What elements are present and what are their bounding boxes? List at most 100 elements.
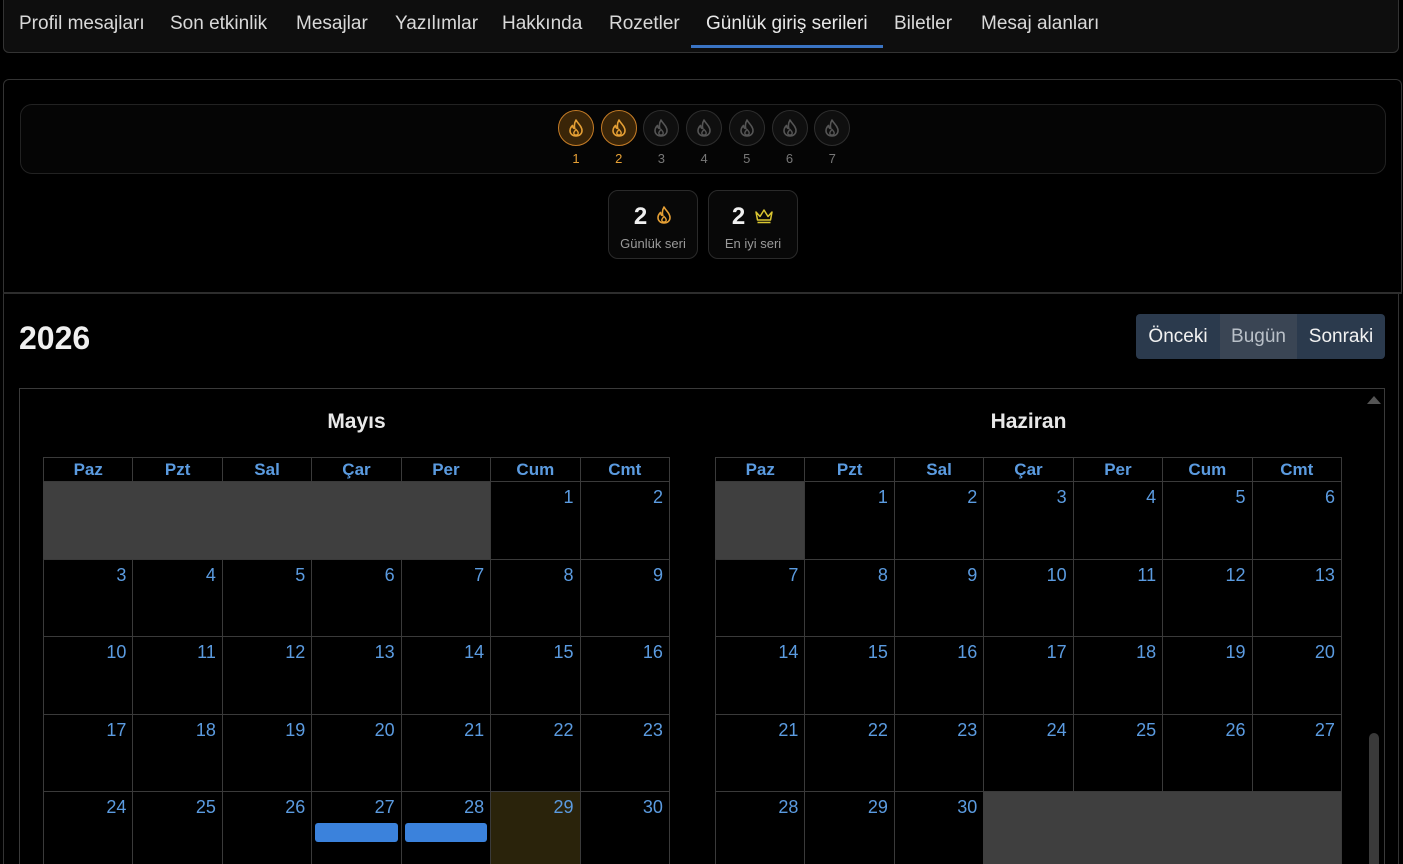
scroll-up-arrow[interactable] [1367,396,1381,404]
calendar-day-cell[interactable]: 21 [400,713,491,791]
tab-messages[interactable]: Mesajlar [296,13,368,48]
calendar-day-cell[interactable]: 2 [893,481,984,559]
calendar-day-cell[interactable]: 30 [579,791,670,864]
calendar-day-cell[interactable]: 17 [43,713,133,791]
calendar-day-cell[interactable]: 14 [715,636,805,714]
calendar-day-cell[interactable]: 29 [490,791,580,864]
calendar-day-cell[interactable]: 4 [1072,481,1163,559]
calendar-day-cell[interactable]: 24 [43,791,133,864]
calendar-day-cell[interactable]: 20 [311,713,401,791]
calendar-day-cell[interactable]: 2 [579,481,670,559]
calendar-day-cell[interactable]: 26 [221,791,312,864]
calendar-day-cell[interactable]: 9 [579,558,670,636]
calendar-day-cell[interactable]: 13 [1251,558,1342,636]
calendar-day-cell[interactable]: 5 [1162,481,1252,559]
calendar-day-cell[interactable]: 23 [579,713,670,791]
day-number: 2 [652,487,663,507]
calendar-day-cell[interactable]: 20 [1251,636,1342,714]
day-number: 27 [374,797,395,817]
calendar-day-cell[interactable]: 4 [132,558,222,636]
day-number: 4 [1146,487,1157,507]
prev-button[interactable]: Önceki [1136,314,1220,359]
calendar-day-cell[interactable]: 10 [983,558,1073,636]
calendar-day-cell[interactable]: 23 [893,713,984,791]
streak-day-7: 7 [814,110,851,166]
calendar-day-cell[interactable]: 1 [490,481,580,559]
next-button[interactable]: Sonraki [1297,314,1385,359]
today-button[interactable]: Bugün [1220,314,1297,359]
calendar-day-cell[interactable]: 19 [1162,636,1252,714]
tab-badges[interactable]: Rozetler [609,13,680,48]
day-number: 20 [1314,642,1335,662]
login-event-bar[interactable] [404,823,488,842]
calendar-day-cell[interactable]: 25 [1072,713,1163,791]
day-number: 14 [778,642,799,662]
calendar-day-cell[interactable]: 8 [804,558,894,636]
calendar-day-cell[interactable]: 7 [715,558,805,636]
calendar-day-cell[interactable]: 9 [893,558,984,636]
day-number: 10 [1046,564,1067,585]
day-number: 13 [1314,564,1335,585]
calendar-day-cell[interactable]: 15 [804,636,894,714]
calendar-day-cell[interactable]: 30 [893,791,984,864]
calendar-day-cell[interactable]: 3 [983,481,1073,559]
profile-tabs: Profil mesajları Son etkinlik Mesajlar Y… [3,0,1399,53]
calendar-day-cell[interactable]: 18 [132,713,222,791]
calendar-day-cell[interactable]: 27 [1251,713,1342,791]
calendar-day-cell[interactable]: 18 [1072,636,1163,714]
tab-software[interactable]: Yazılımlar [395,13,478,48]
day-number: 21 [464,719,485,740]
calendar-day-cell[interactable]: 27 [311,791,401,864]
calendar-day-cell[interactable]: 13 [311,636,401,714]
tab-about[interactable]: Hakkında [502,13,582,48]
calendar-day-cell[interactable]: 28 [400,791,491,864]
calendar-empty-cell [132,481,222,559]
flame-icon [656,203,672,231]
calendar-day-cell[interactable]: 1 [804,481,894,559]
streak-day-4: 4 [686,110,723,166]
scrollbar-thumb[interactable] [1369,733,1379,864]
calendar-day-cell[interactable]: 16 [893,636,984,714]
calendar-day-cell[interactable]: 22 [804,713,894,791]
calendar-day-cell[interactable]: 15 [490,636,580,714]
calendar-day-cell[interactable]: 6 [1251,481,1342,559]
calendar-day-cell[interactable]: 14 [400,636,491,714]
flame-icon [643,110,680,146]
calendar-day-cell[interactable]: 11 [132,636,222,714]
panel-border-right [1398,294,1399,864]
weekday-label: Pzt [804,458,893,481]
day-number: 28 [464,797,485,817]
calendar-day-cell[interactable]: 7 [400,558,491,636]
current-streak-card: 2 Günlük seri [608,190,698,259]
calendar-day-cell[interactable]: 22 [490,713,580,791]
calendar-day-cell[interactable]: 16 [579,636,670,714]
calendar-day-cell[interactable]: 6 [311,558,401,636]
calendar-day-cell[interactable]: 19 [221,713,312,791]
calendar-day-cell[interactable]: 28 [715,791,805,864]
calendar-day-cell[interactable]: 26 [1162,713,1252,791]
calendar-day-cell[interactable]: 29 [804,791,894,864]
tab-tickets[interactable]: Biletler [894,13,952,48]
calendar-day-cell[interactable]: 5 [221,558,312,636]
streak-progress-bar: 1 2 3 4 5 6 7 [20,104,1386,174]
tab-profile-messages[interactable]: Profil mesajları [19,13,145,48]
calendar-day-cell[interactable]: 11 [1072,558,1163,636]
day-number: 6 [1324,487,1335,507]
login-event-bar[interactable] [315,823,398,842]
calendar-day-cell[interactable]: 17 [983,636,1073,714]
day-number: 7 [788,564,799,585]
weekday-header: Paz Pzt Sal Çar Per Cum Cmt [43,457,670,481]
calendar-day-cell[interactable]: 24 [983,713,1073,791]
streak-day-number: 7 [828,151,836,166]
calendar-day-cell[interactable]: 12 [221,636,312,714]
weekday-label: Cum [490,458,579,481]
calendar-day-cell[interactable]: 25 [132,791,222,864]
calendar-day-cell[interactable]: 10 [43,636,133,714]
tab-message-areas[interactable]: Mesaj alanları [981,13,1099,48]
calendar-day-cell[interactable]: 12 [1162,558,1252,636]
calendar-day-cell[interactable]: 3 [43,558,133,636]
tab-recent-activity[interactable]: Son etkinlik [170,13,267,48]
calendar-day-cell[interactable]: 8 [490,558,580,636]
calendar-day-cell[interactable]: 21 [715,713,805,791]
tab-daily-login-streaks[interactable]: Günlük giriş serileri [691,13,883,48]
